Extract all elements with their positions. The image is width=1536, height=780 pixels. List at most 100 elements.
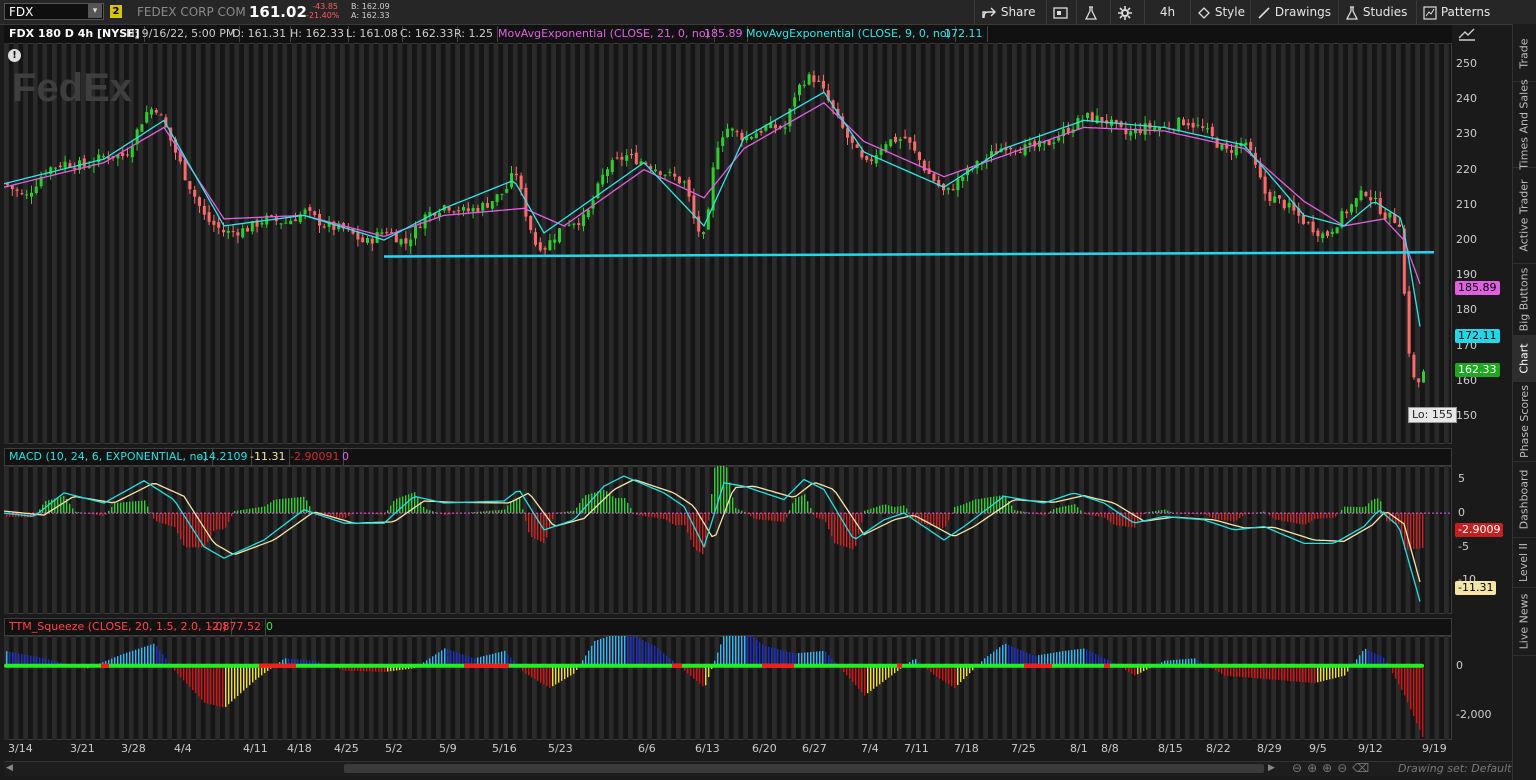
session-band [781, 466, 787, 614]
eraser-icon[interactable]: ⌫ [1352, 761, 1374, 775]
ttm-axis[interactable]: 0 -2,000 [1452, 636, 1510, 740]
pencil-icon [1258, 6, 1270, 19]
ema21-study-label[interactable]: MovAvgExponential (CLOSE, 21, 0, no) [494, 26, 715, 42]
scroll-left-icon[interactable]: ◀ [6, 763, 13, 773]
macd-hist-bar [1224, 513, 1226, 521]
session-band [637, 466, 643, 614]
session-band [906, 636, 912, 740]
sidebar-tab[interactable]: Active Trader [1512, 168, 1536, 264]
macd-hist-bar [837, 513, 839, 545]
chart-tools-icon[interactable] [1457, 26, 1477, 42]
sidebar-tab[interactable]: Chart [1512, 336, 1536, 382]
ttm-hist-bar [1086, 649, 1088, 666]
time-tick: 3/28 [121, 742, 146, 755]
session-band [1396, 466, 1401, 614]
session-band [1108, 636, 1113, 740]
candle-body [1191, 122, 1195, 128]
zoom-out-icon[interactable]: ⊖ [1292, 761, 1307, 775]
candle-body [610, 160, 614, 173]
timeframe-button[interactable]: 4h [1144, 0, 1190, 24]
ttm-study-label[interactable]: TTM_Squeeze (CLOSE, 20, 1.5, 2.0, 1.0) [5, 619, 232, 635]
macd-study-label[interactable]: MACD (10, 24, 6, EXPONENTIAL, no) [5, 449, 213, 465]
macd-hist-bar [1290, 513, 1292, 523]
session-band [608, 43, 614, 444]
macd-hist-bar [891, 506, 893, 514]
candle-body [198, 197, 201, 206]
zoom-in-icon[interactable]: ⊕ [1307, 761, 1322, 775]
settings-button[interactable] [1110, 0, 1144, 24]
candle-body [1177, 117, 1181, 131]
macd-hist-bar [612, 496, 614, 514]
ttm-chart[interactable] [4, 636, 1452, 740]
macd-hist-bar [390, 505, 392, 514]
session-band [1204, 466, 1209, 614]
price-tick: 230 [1456, 127, 1477, 141]
macd-hist-bar [798, 496, 800, 514]
macd-hist-bar [72, 508, 74, 514]
symbol-dropdown-icon[interactable]: ▾ [88, 4, 102, 18]
ttm-hist-bar [540, 665, 542, 683]
sidebar-tab[interactable]: Level II [1512, 538, 1536, 588]
macd-hist-bar [528, 513, 530, 533]
macd-hist-bar [654, 513, 656, 518]
experiment-button[interactable] [1076, 0, 1110, 24]
session-band [1040, 636, 1046, 740]
macd-value: -14.2109 [194, 449, 253, 465]
price-chart[interactable]: FedEx [4, 43, 1452, 444]
macd-hist-bar [1038, 513, 1040, 515]
macd-hist-bar [714, 467, 716, 514]
drawings-button[interactable]: Drawings [1250, 0, 1338, 24]
scroll-right-icon[interactable]: ▶ [1268, 763, 1275, 773]
flexible-grid-button[interactable] [1046, 0, 1076, 24]
macd-hist-bar [966, 503, 968, 514]
ema9-study-value: 172.11 [940, 26, 988, 42]
session-band [887, 466, 892, 614]
session-band [1271, 43, 1276, 444]
zoom-fit-icon[interactable]: ⊕ [1322, 761, 1337, 775]
session-band [551, 43, 556, 444]
session-band [714, 636, 720, 740]
session-band [311, 466, 316, 614]
time-axis[interactable]: 3/14 3/21 3/28 4/4 4/11 4/18 4/25 5/2 5/9 5/16 5/2… [4, 740, 1452, 760]
candle-body [634, 152, 638, 165]
sidebar-tab[interactable]: Big Buttons [1512, 264, 1536, 336]
candle-body [668, 171, 672, 173]
session-band [877, 636, 883, 740]
macd-hist-bar [1056, 507, 1058, 514]
macd-chart[interactable] [4, 466, 1452, 614]
macd-hist-bar [1296, 513, 1298, 524]
sidebar-tab[interactable]: Trade [1512, 26, 1536, 82]
candle-body [1018, 152, 1022, 154]
drawing-set-label[interactable]: Drawing set: Default [1398, 762, 1511, 775]
price-axis[interactable]: 250 240 230 220 210 200 190 180 170 160 150 [1452, 43, 1510, 444]
alert-icon[interactable]: ! [8, 49, 21, 62]
bar-low: L: 161.08 [342, 26, 403, 42]
candle-body [270, 215, 273, 217]
macd-hist-bar [216, 513, 218, 530]
candle-body [126, 154, 129, 156]
sidebar-tab[interactable]: Dashboard [1512, 462, 1536, 538]
time-tick: 9/19 [1422, 742, 1447, 755]
studies-button[interactable]: Studies [1338, 0, 1416, 24]
style-button[interactable]: Style [1190, 0, 1250, 24]
patterns-button[interactable]: Patterns [1416, 0, 1506, 24]
sidebar-tab[interactable]: Phase Scores [1512, 382, 1536, 462]
ema9-study-label[interactable]: MovAvgExponential (CLOSE, 9, 0, no) [742, 26, 956, 42]
zoom-reset-icon[interactable]: ⊖ [1337, 761, 1352, 775]
scrollbar-thumb[interactable] [344, 764, 1264, 773]
candle-body [654, 169, 657, 172]
macd-hist-bar [366, 513, 368, 514]
link-group-badge[interactable]: 2 [110, 5, 122, 18]
share-button[interactable]: Share [974, 0, 1046, 24]
sidebar-tab[interactable]: Times And Sales [1512, 79, 1536, 170]
macd-hist-bar [618, 497, 620, 514]
candle-body [865, 155, 869, 160]
session-band [1184, 636, 1190, 740]
ttm-hist-bar [882, 665, 884, 683]
macd-hist-bar [336, 513, 338, 518]
session-band [484, 636, 489, 740]
price-tick: 190 [1456, 268, 1477, 282]
macd-hist-bar [822, 513, 824, 520]
sidebar-tab[interactable]: Live News [1512, 588, 1536, 656]
zoom-controls[interactable]: ⊖⊕⊕⊖⌫ [1292, 761, 1374, 775]
